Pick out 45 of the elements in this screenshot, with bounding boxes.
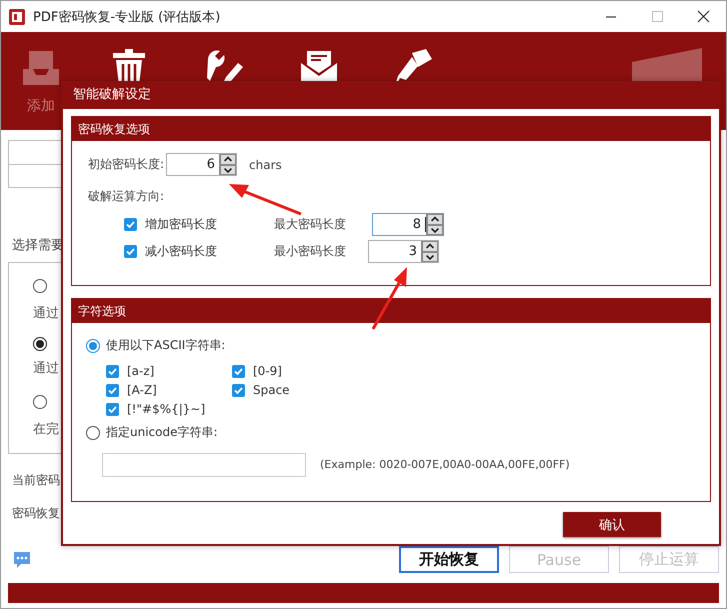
example-hint: (Example: 0020-007E,00A0-00AA,00FE,00FF) (320, 458, 570, 471)
checkbox[interactable] (124, 245, 137, 258)
checkbox-label: 减小密码长度 (145, 243, 217, 260)
checkbox[interactable] (124, 218, 137, 231)
checkbox[interactable] (106, 402, 119, 416)
spin-field[interactable]: 3 (368, 240, 439, 263)
radio-button[interactable] (86, 338, 100, 352)
checkbox-label: [a-z] (127, 364, 154, 378)
radio-label: 指定unicode字符串: (106, 424, 218, 441)
checkbox[interactable] (232, 384, 245, 396)
field-label: 最小密码长度 (274, 243, 347, 260)
radio-button[interactable] (33, 279, 47, 293)
action-button[interactable]: 开始恢复 (399, 546, 499, 573)
radio-button[interactable] (86, 426, 100, 440)
unicode-field[interactable] (102, 452, 306, 476)
field-label: 破解运算方向: (88, 188, 164, 205)
mode-description: 在完 (33, 421, 59, 438)
unit-label: chars (249, 158, 282, 172)
field-label: 初始密码长度: (88, 156, 164, 173)
checkbox-label: [!"#$%{|}~] (127, 402, 206, 416)
chat-icon[interactable] (12, 550, 32, 570)
checkbox[interactable] (106, 364, 119, 378)
radio-label: 使用以下ASCII字符串: (106, 337, 226, 354)
mode-description: 通过 (33, 305, 59, 322)
app-icon (9, 8, 25, 24)
radio-button[interactable] (33, 395, 47, 409)
spin-field[interactable]: 6 (166, 153, 238, 176)
field-label: 最大密码长度 (274, 216, 347, 233)
spin-field[interactable]: 8 (372, 213, 444, 236)
checkbox-label: [A-Z] (127, 383, 157, 397)
checkbox-label: [0-9] (253, 364, 282, 378)
status-label: 当前密码 (12, 472, 60, 489)
group-header: 字符选项 (72, 299, 710, 323)
radio-button[interactable] (33, 337, 47, 351)
checkbox-label: Space (253, 383, 290, 397)
window-title: PDF密码恢复-专业版 (评估版本) (33, 8, 222, 26)
dialog-title: 智能破解设定 (72, 86, 152, 104)
group-header: 密码恢复选项 (72, 117, 710, 141)
checkbox[interactable] (106, 384, 119, 396)
status-label: 密码恢复 (12, 505, 60, 522)
mode-description: 通过 (33, 360, 59, 377)
annotation-arrow (372, 267, 407, 330)
checkbox[interactable] (232, 364, 245, 378)
checkbox-label: 增加密码长度 (145, 216, 217, 233)
confirm-button[interactable]: 确认 (563, 512, 661, 537)
